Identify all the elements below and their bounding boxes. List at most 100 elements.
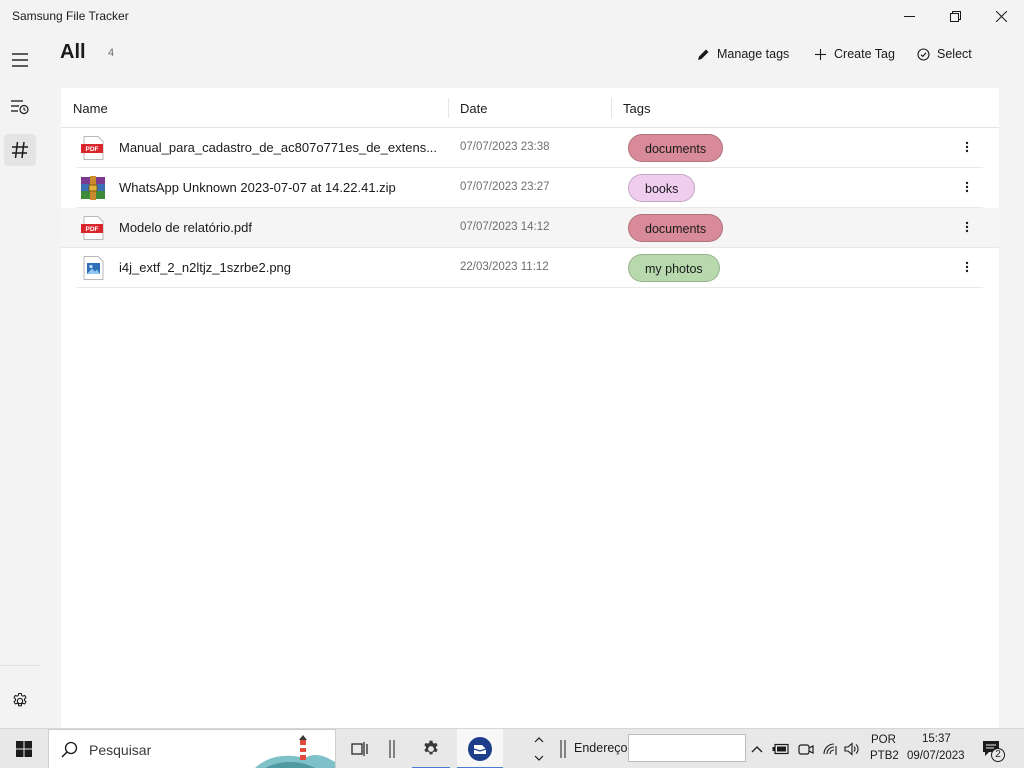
more-options-button[interactable] <box>957 140 977 156</box>
svg-text:PDF: PDF <box>86 226 99 233</box>
chevron-down-icon <box>534 755 544 761</box>
svg-text:PDF: PDF <box>86 146 99 153</box>
more-vertical-icon <box>965 141 969 153</box>
toolbar-scroll-buttons[interactable] <box>530 729 548 768</box>
checkmark-circle-icon <box>917 47 930 61</box>
speaker-icon <box>844 742 859 756</box>
page-header: All 4 Manage tags Create Tag Select <box>40 32 1024 88</box>
table-row[interactable]: i4j_extf_2_n2ltjz_1szrbe2.png 22/03/2023… <box>77 248 983 288</box>
chevron-up-icon <box>751 746 763 753</box>
taskbar-separator <box>384 729 400 768</box>
select-label: Select <box>937 47 972 61</box>
create-tag-label: Create Tag <box>834 47 895 61</box>
task-view-icon <box>351 742 368 756</box>
windows-logo-icon <box>16 741 32 757</box>
search-placeholder: Pesquisar <box>89 742 152 758</box>
more-options-button[interactable] <box>957 260 977 276</box>
recent-list-icon <box>11 100 29 115</box>
create-tag-button[interactable]: Create Tag <box>814 44 895 64</box>
clock-date[interactable]: 09/07/2023 <box>907 750 965 762</box>
hashtag-icon <box>12 141 28 159</box>
volume-tray-button[interactable] <box>842 729 862 768</box>
table-row[interactable]: PDF Modelo de relatório.pdf 07/07/2023 1… <box>61 208 999 248</box>
pdf-icon: PDF <box>81 216 104 240</box>
start-button[interactable] <box>0 729 48 768</box>
tag-chip[interactable]: documents <box>628 214 724 242</box>
notification-center-button[interactable]: 2 <box>980 729 1005 768</box>
table-row[interactable]: PDF Manual_para_cadastro_de_ac807o771es_… <box>77 128 983 168</box>
show-hidden-icons-button[interactable] <box>749 729 765 768</box>
settings-button[interactable] <box>4 685 36 717</box>
column-header-date[interactable]: Date <box>460 101 487 116</box>
tag-chip[interactable]: my photos <box>628 254 720 282</box>
close-button[interactable] <box>978 0 1024 32</box>
language-indicator[interactable]: POR <box>871 734 896 746</box>
more-vertical-icon <box>965 221 969 233</box>
toolbar-grip[interactable] <box>558 729 568 768</box>
tag-chip[interactable]: documents <box>628 134 724 162</box>
hamburger-menu-button[interactable] <box>4 44 36 76</box>
file-count: 4 <box>108 47 115 59</box>
file-list-panel: Name Date Tags PDF Manual_para_cadastro_… <box>61 88 999 728</box>
more-vertical-icon <box>965 181 969 193</box>
column-resizer[interactable] <box>611 98 612 118</box>
manage-tags-button[interactable]: Manage tags <box>697 44 789 64</box>
table-header: Name Date Tags <box>61 88 999 128</box>
more-options-button[interactable] <box>957 180 977 196</box>
pencil-icon <box>698 49 709 60</box>
meet-now-tray-button[interactable] <box>796 729 816 768</box>
wifi-disconnected-icon <box>823 743 837 755</box>
recent-files-button[interactable] <box>4 91 36 123</box>
more-vertical-icon <box>965 261 969 273</box>
separator-icon <box>560 740 566 758</box>
gear-icon <box>13 692 27 707</box>
select-button[interactable]: Select <box>917 44 972 64</box>
image-file-icon <box>83 256 104 280</box>
separator-icon <box>389 740 395 758</box>
file-date: 07/07/2023 23:38 <box>460 141 550 153</box>
close-icon <box>995 10 1007 22</box>
video-camera-icon <box>798 744 814 755</box>
file-date: 07/07/2023 14:12 <box>460 221 550 233</box>
column-resizer[interactable] <box>448 98 449 118</box>
restore-icon <box>949 10 961 22</box>
minimize-icon <box>903 15 915 17</box>
pdf-icon: PDF <box>81 136 104 160</box>
minimize-button[interactable] <box>886 0 932 32</box>
restore-button[interactable] <box>932 0 978 32</box>
title-bar: Samsung File Tracker <box>0 0 1024 32</box>
plus-icon <box>815 48 826 60</box>
navigation-rail <box>0 32 40 728</box>
table-row[interactable]: WhatsApp Unknown 2023-07-07 at 14.22.41.… <box>77 168 983 208</box>
address-input[interactable] <box>628 734 746 762</box>
manage-tags-label: Manage tags <box>717 47 790 61</box>
file-name: Manual_para_cadastro_de_ac807o771es_de_e… <box>119 140 438 155</box>
task-view-button[interactable] <box>348 729 372 768</box>
page-title: All <box>60 41 86 63</box>
winrar-archive-icon <box>81 176 105 200</box>
battery-tray-button[interactable] <box>771 729 791 768</box>
battery-icon <box>772 743 789 755</box>
clock-time[interactable]: 15:37 <box>922 733 951 745</box>
file-tracker-app-button[interactable] <box>457 729 503 768</box>
tags-button[interactable] <box>4 134 36 166</box>
window-title: Samsung File Tracker <box>12 9 129 23</box>
taskbar-search-box[interactable]: Pesquisar <box>48 729 336 768</box>
lighthouse-illustration-icon <box>255 735 335 768</box>
tag-chip[interactable]: books <box>628 174 696 202</box>
file-name: Modelo de relatório.pdf <box>119 220 252 235</box>
column-header-name[interactable]: Name <box>73 101 108 116</box>
file-tracker-app-icon <box>468 737 492 761</box>
file-name: WhatsApp Unknown 2023-07-07 at 14.22.41.… <box>119 180 396 195</box>
more-options-button[interactable] <box>957 220 977 236</box>
column-header-tags[interactable]: Tags <box>623 101 650 116</box>
rail-divider <box>0 665 40 666</box>
file-name: i4j_extf_2_n2ltjz_1szrbe2.png <box>119 260 292 275</box>
notification-count-badge: 2 <box>991 748 1005 762</box>
file-date: 22/03/2023 11:12 <box>460 261 549 273</box>
file-date: 07/07/2023 23:27 <box>460 181 550 193</box>
keyboard-layout-indicator[interactable]: PTB2 <box>870 750 899 762</box>
network-tray-button[interactable] <box>820 729 840 768</box>
taskbar: Pesquisar Endereço POR PTB2 15:37 09/07/… <box>0 728 1024 768</box>
settings-app-button[interactable] <box>408 729 454 768</box>
